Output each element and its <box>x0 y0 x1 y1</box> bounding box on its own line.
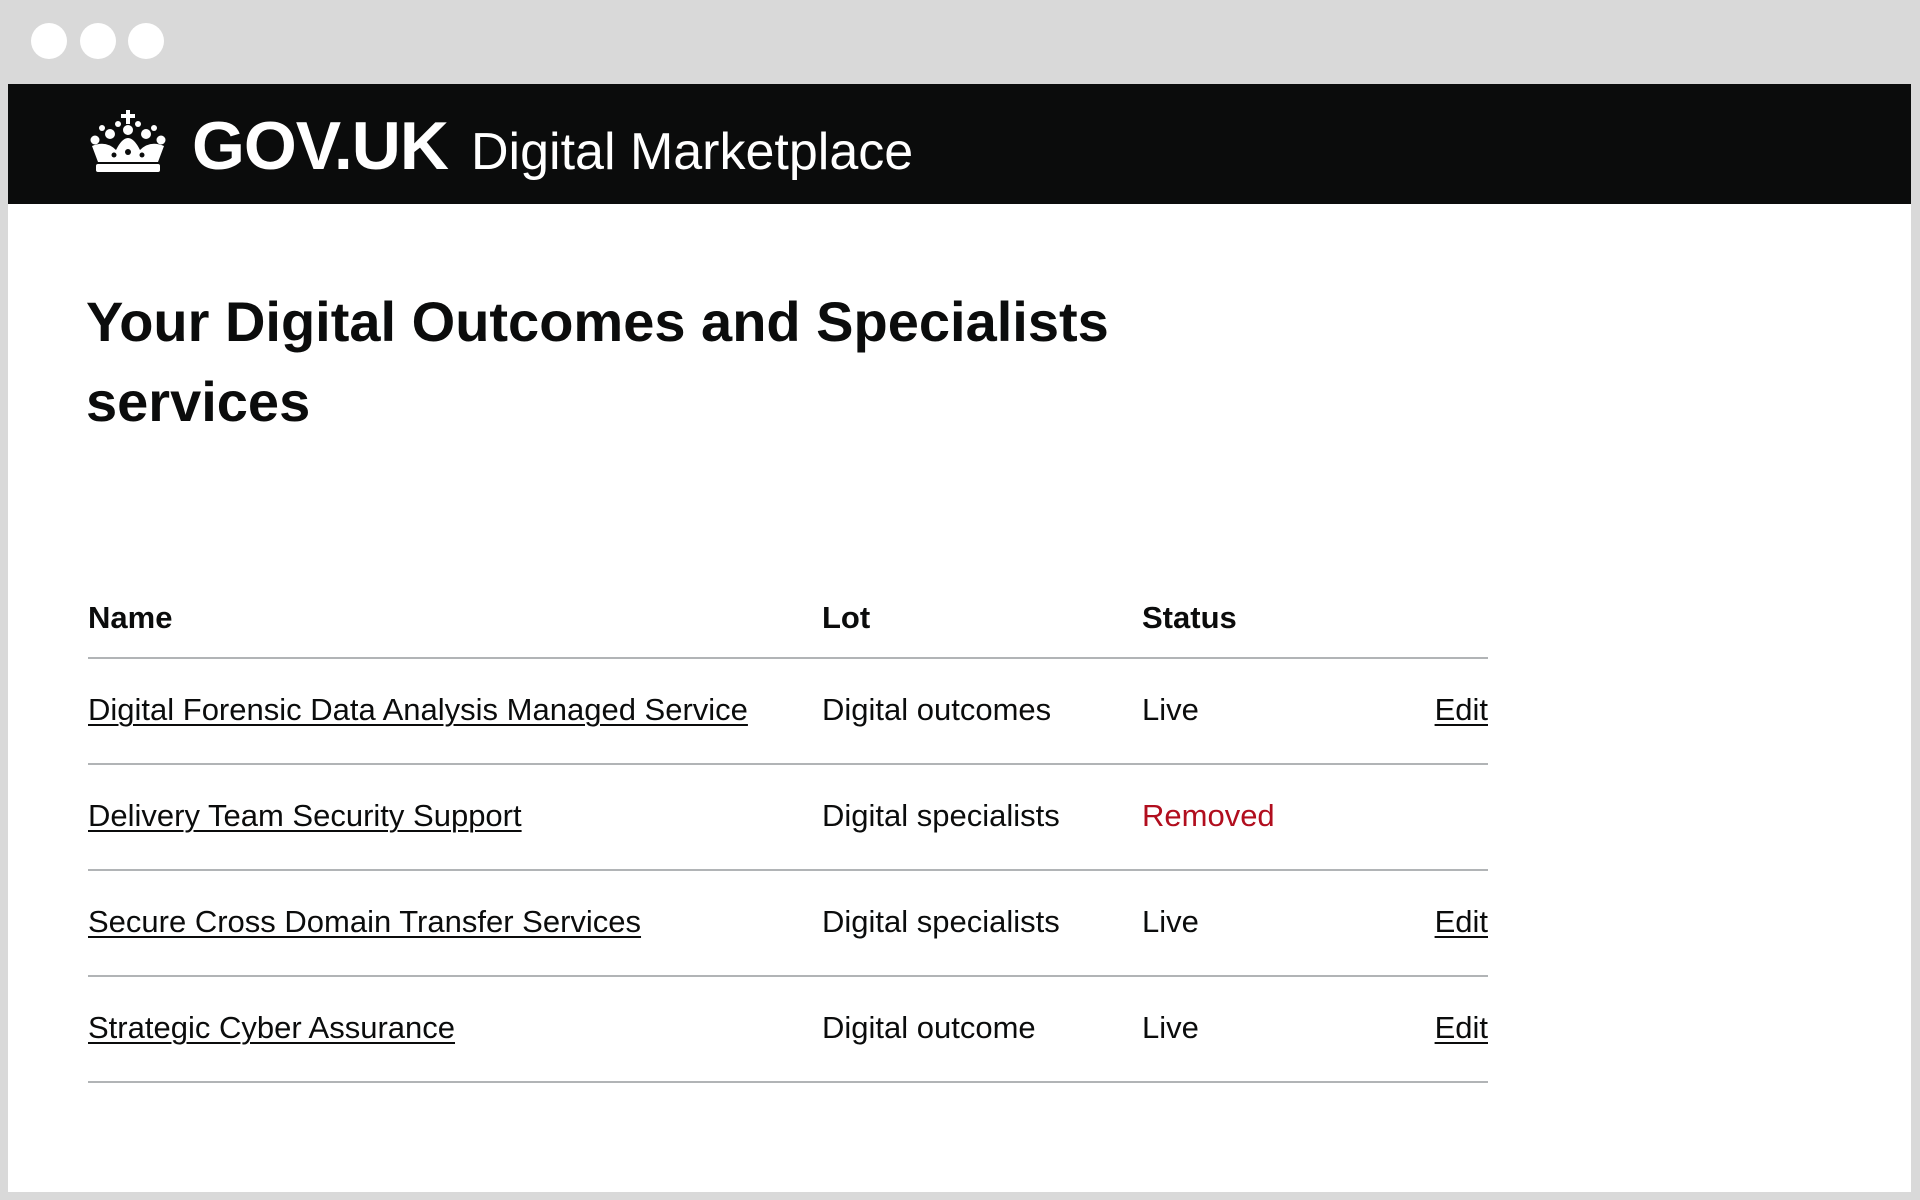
table-row: Delivery Team Security Support Digital s… <box>88 765 1488 871</box>
govuk-logo-text[interactable]: GOV.UK <box>192 110 449 182</box>
column-header-status: Status <box>1142 600 1237 635</box>
edit-link[interactable]: Edit <box>1435 904 1488 940</box>
service-lot: Digital outcome <box>822 1010 1036 1045</box>
services-table: Name Lot Status Digital Forensic Data An… <box>88 572 1488 1083</box>
service-lot: Digital specialists <box>822 798 1060 833</box>
page-content: GOV.UK Digital Marketplace Your Digital … <box>8 84 1911 1192</box>
table-row: Digital Forensic Data Analysis Managed S… <box>88 659 1488 765</box>
service-name-link[interactable]: Delivery Team Security Support <box>88 798 522 834</box>
service-name[interactable]: Digital Marketplace <box>471 122 913 182</box>
window-control-maximize[interactable] <box>128 23 164 59</box>
service-status: Live <box>1142 692 1199 727</box>
table-header-row: Name Lot Status <box>88 572 1488 659</box>
window-control-minimize[interactable] <box>80 23 116 59</box>
window-control-close[interactable] <box>31 23 67 59</box>
service-status: Live <box>1142 1010 1199 1045</box>
site-header: GOV.UK Digital Marketplace <box>8 84 1911 204</box>
column-header-name: Name <box>88 600 173 635</box>
page-title: Your Digital Outcomes and Specialists se… <box>86 290 1109 433</box>
table-row: Secure Cross Domain Transfer Services Di… <box>88 871 1488 977</box>
service-lot: Digital outcomes <box>822 692 1052 727</box>
edit-link[interactable]: Edit <box>1435 692 1488 728</box>
column-header-lot: Lot <box>822 600 871 635</box>
table-row: Strategic Cyber Assurance Digital outcom… <box>88 977 1488 1083</box>
crown-icon[interactable] <box>86 110 170 174</box>
service-status: Removed <box>1142 798 1275 833</box>
service-name-link[interactable]: Strategic Cyber Assurance <box>88 1010 455 1046</box>
service-name-link[interactable]: Secure Cross Domain Transfer Services <box>88 904 641 940</box>
service-lot: Digital specialists <box>822 904 1060 939</box>
service-status: Live <box>1142 904 1199 939</box>
edit-link[interactable]: Edit <box>1435 1010 1488 1046</box>
window-titlebar <box>0 0 1920 84</box>
service-name-link[interactable]: Digital Forensic Data Analysis Managed S… <box>88 692 748 728</box>
browser-window: GOV.UK Digital Marketplace Your Digital … <box>0 0 1920 1200</box>
